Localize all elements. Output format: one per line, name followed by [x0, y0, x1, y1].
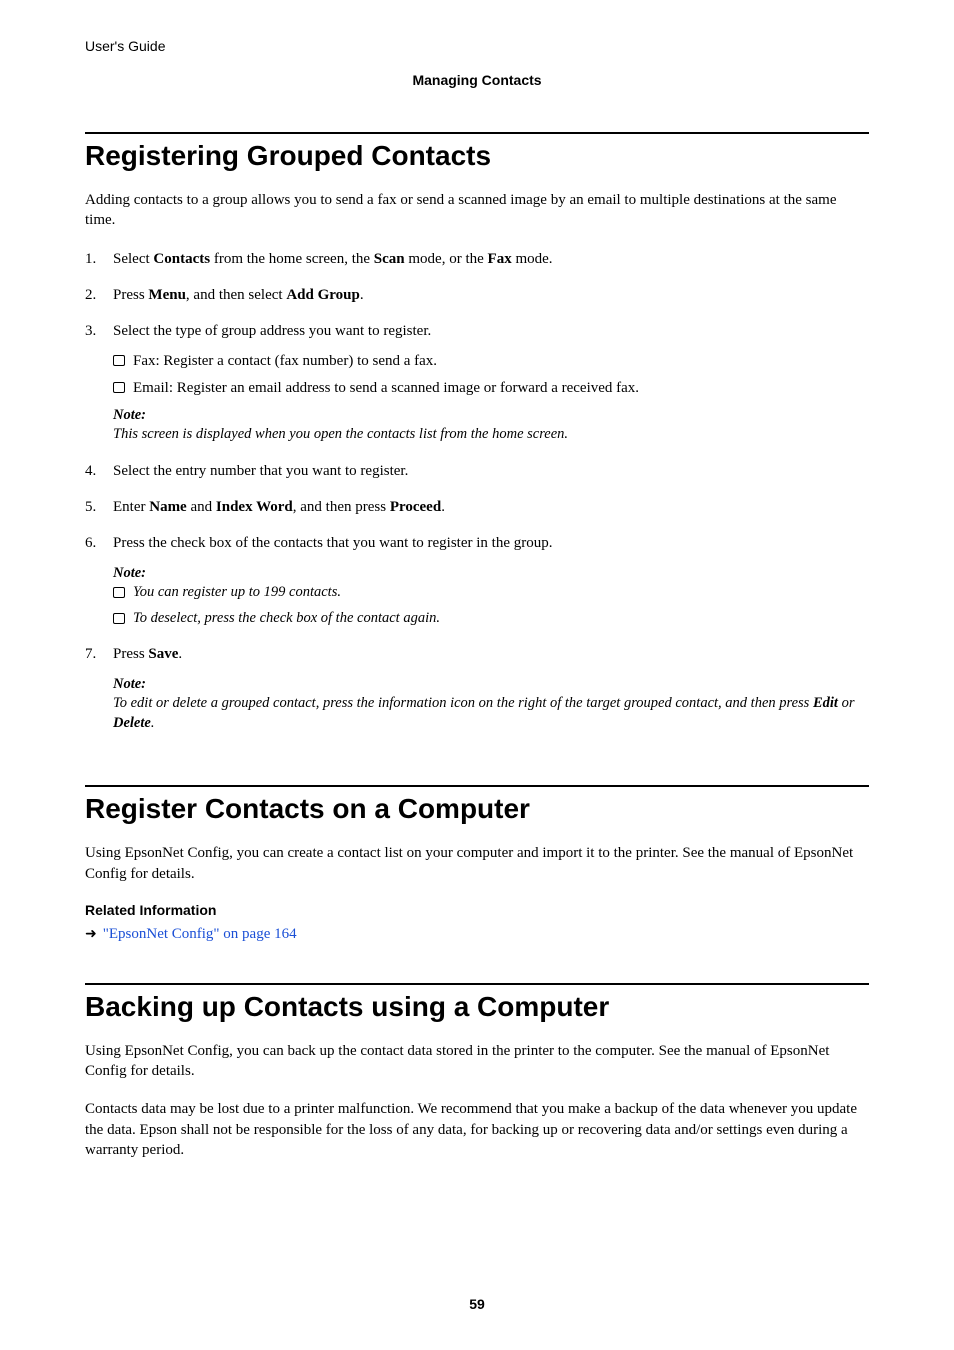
related-link-row: ➜ "EpsonNet Config" on page 164	[85, 926, 869, 943]
step-3-text: Select the type of group address you wan…	[113, 323, 431, 339]
related-info-label: Related Information	[85, 902, 869, 918]
step-1: Select Contacts from the home screen, th…	[85, 249, 869, 269]
note-text: To edit or delete a grouped contact, pre…	[113, 694, 869, 733]
step-7: Press Save. Note: To edit or delete a gr…	[85, 644, 869, 733]
step-4-text: Select the entry number that you want to…	[113, 463, 408, 479]
section-divider	[85, 132, 869, 134]
page-number: 59	[0, 1296, 954, 1312]
section-2-title: Register Contacts on a Computer	[85, 793, 869, 825]
checkbox-icon	[113, 613, 125, 624]
section-3-body-2: Contacts data may be lost due to a print…	[85, 1099, 869, 1160]
step-6-text: Press the check box of the contacts that…	[113, 535, 552, 551]
related-link[interactable]: "EpsonNet Config" on page 164	[103, 926, 297, 943]
steps-list: Select Contacts from the home screen, th…	[85, 249, 869, 734]
step-3-sub-2: Email: Register an email address to send…	[113, 378, 869, 398]
doc-header-title: User's Guide	[85, 38, 869, 54]
step-3: Select the type of group address you wan…	[85, 321, 869, 445]
section-3-title: Backing up Contacts using a Computer	[85, 991, 869, 1023]
note-label: Note:	[113, 564, 869, 584]
section-3-body-1: Using EpsonNet Config, you can back up t…	[85, 1041, 869, 1082]
doc-headline: Managing Contacts	[85, 72, 869, 88]
step-6: Press the check box of the contacts that…	[85, 533, 869, 628]
step-5-text: Enter Name and Index Word, and then pres…	[113, 499, 445, 515]
step-6-note-2: To deselect, press the check box of the …	[113, 609, 869, 629]
section-1-title: Registering Grouped Contacts	[85, 140, 869, 172]
step-6-note-1: You can register up to 199 contacts.	[113, 583, 869, 603]
section-2-body: Using EpsonNet Config, you can create a …	[85, 843, 869, 884]
section-divider	[85, 983, 869, 985]
step-2: Press Menu, and then select Add Group.	[85, 285, 869, 305]
step-7-text: Press Save.	[113, 646, 182, 662]
section-1-intro: Adding contacts to a group allows you to…	[85, 190, 869, 231]
note-label: Note:	[113, 675, 869, 695]
checkbox-icon	[113, 355, 125, 366]
note-label: Note:	[113, 406, 869, 426]
arrow-right-icon: ➜	[85, 926, 97, 943]
section-divider	[85, 785, 869, 787]
checkbox-icon	[113, 587, 125, 598]
step-5: Enter Name and Index Word, and then pres…	[85, 497, 869, 517]
step-3-sub-1: Fax: Register a contact (fax number) to …	[113, 351, 869, 371]
step-4: Select the entry number that you want to…	[85, 461, 869, 481]
checkbox-icon	[113, 382, 125, 393]
step-2-text: Press Menu, and then select Add Group.	[113, 287, 364, 303]
step-1-text: Select Contacts from the home screen, th…	[113, 251, 553, 267]
note-text: This screen is displayed when you open t…	[113, 425, 869, 445]
